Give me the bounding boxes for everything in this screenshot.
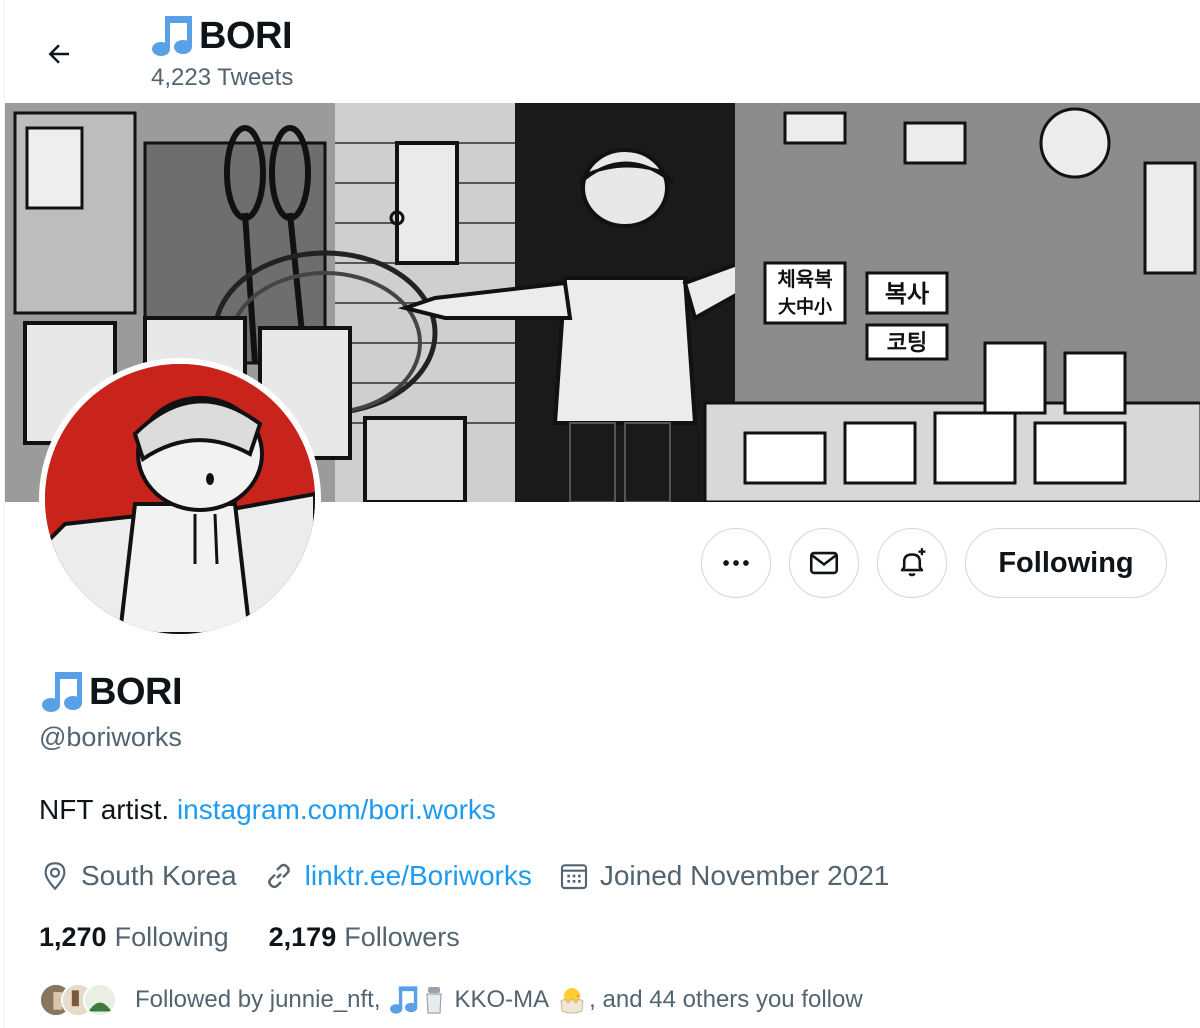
banner-sign-3: 코팅 [887, 331, 927, 356]
website: linktr.ee/Boriworks [263, 860, 532, 892]
follow-stats: 1,270 Following 2,179 Followers [39, 922, 500, 953]
arrow-left-icon [48, 44, 69, 64]
avatar [83, 983, 117, 1017]
following-label: Following [114, 922, 229, 952]
followed-by-middle: KKO-MA [454, 986, 550, 1013]
hatching-chick-icon [560, 988, 584, 1014]
more-options-button[interactable] [701, 528, 771, 598]
profile-meta: South Korea linktr.ee/Boriworks Joined N… [39, 856, 915, 896]
profile-avatar[interactable] [39, 358, 321, 640]
location-icon [44, 862, 66, 891]
following-button[interactable]: Following [965, 528, 1167, 598]
followed-by-prefix: Followed by junnie_nft, [135, 986, 381, 1013]
mail-icon [809, 551, 839, 575]
location: South Korea [39, 860, 237, 892]
profile-page: BORI 4,223 Tweets 체육복 大中小 복사 코팅 Followin… [4, 0, 1200, 1028]
message-button[interactable] [789, 528, 859, 598]
join-date: Joined November 2021 [558, 860, 890, 892]
followers-count: 2,179 [268, 922, 337, 952]
display-name: BORI [39, 670, 183, 714]
banner-sign-1: 체육복 [777, 267, 832, 291]
followers-count-link[interactable]: 2,179 Followers [269, 922, 460, 953]
profile-header: BORI 4,223 Tweets [5, 0, 1200, 103]
calendar-icon [560, 864, 587, 890]
bio: NFT artist. instagram.com/bori.works [39, 794, 496, 826]
tweet-count: 4,223 Tweets [151, 64, 294, 91]
banner-sign-1b: 大中小 [778, 296, 832, 318]
header-name: BORI [199, 14, 293, 57]
bio-text: NFT artist. [39, 794, 170, 825]
bell-plus-icon [900, 548, 926, 577]
join-date-text: Joined November 2021 [599, 860, 890, 891]
musical-note-icon [390, 986, 418, 1014]
following-count-link[interactable]: 1,270 Following [39, 922, 229, 953]
salt-shaker-icon [426, 987, 443, 1014]
musical-note-icon [42, 672, 82, 712]
followed-by[interactable]: Followed by junnie_nft, KKO-MA , and 44 … [39, 980, 863, 1020]
header-title: BORI [149, 14, 293, 58]
followed-by-text: Followed by junnie_nft, KKO-MA , and 44 … [135, 985, 863, 1015]
following-count: 1,270 [39, 922, 107, 952]
location-text: South Korea [81, 860, 237, 891]
bio-link[interactable]: instagram.com/bori.works [177, 794, 496, 825]
musical-note-icon [152, 16, 192, 56]
display-name-text: BORI [89, 670, 183, 713]
followed-by-suffix: , and 44 others you follow [589, 986, 863, 1013]
avatar-illustration [45, 364, 315, 634]
more-icon [723, 560, 749, 566]
followers-label: Followers [344, 922, 460, 952]
notifications-button[interactable] [877, 528, 947, 598]
banner-sign-2: 복사 [885, 280, 929, 308]
website-link[interactable]: linktr.ee/Boriworks [305, 860, 532, 892]
follower-avatars [39, 983, 119, 1017]
back-button[interactable] [35, 30, 83, 78]
link-icon [267, 863, 290, 889]
user-handle: @boriworks [39, 722, 182, 752]
